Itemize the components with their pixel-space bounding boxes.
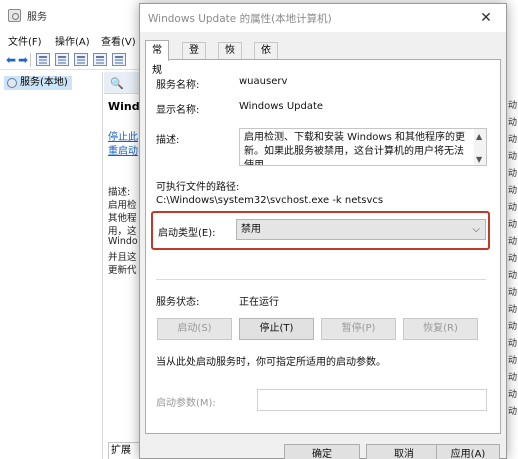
startup-type-value: 禁用 [241,224,261,235]
dialog-close-icon[interactable]: ✕ [474,7,498,29]
detail-desc-line: 用，这 [108,226,137,237]
tab-logon[interactable]: 登录 [182,42,206,72]
export-list-icon[interactable] [93,53,107,66]
resume-button[interactable]: 恢复(R) [403,318,478,340]
tab-dependencies[interactable]: 依存关系 [254,42,278,104]
list-cell: 动 [508,254,518,264]
help-icon[interactable] [112,53,126,66]
restart-service-link[interactable]: 重启动 [108,142,138,157]
tab-recovery[interactable]: 恢复 [218,42,242,72]
description-textbox[interactable]: 启用检测、下载和安装 Windows 和其他程序的更新。如果此服务被禁用，这台计… [239,128,487,166]
tree-item-label: 服务(本地) [20,77,68,88]
back-arrow-icon[interactable]: ⬅ [6,53,16,67]
startup-type-select[interactable]: 禁用 ⌵ [236,219,486,240]
exec-path-label: 可执行文件的路径: [156,182,240,193]
list-cell: 动 [508,305,518,315]
list-cell: 动 [508,407,518,417]
tree-item-services-local[interactable]: 服务(本地) [4,76,72,90]
list-cell: 动 [508,373,518,383]
list-cell: 动 [508,203,518,213]
list-cell: 动 [508,390,518,400]
list-cell: 动 [508,339,518,349]
service-detail-pane: 🔍 Windo 停止此 重启动 描述: 启用检 其他程 用，这 Windo 并且… [104,72,140,459]
tab-extended[interactable]: 扩展 [108,442,140,459]
search-icon: 🔍 [110,77,124,90]
startup-type-label: 启动类型(E): [158,228,216,239]
services-toolbar: ⬅ ➡ [0,50,140,70]
list-cell: 动 [508,169,518,179]
exec-path-value: C:\Windows\system32\svchost.exe -k netsv… [156,195,384,206]
refresh-icon[interactable] [74,53,88,66]
display-name-label: 显示名称: [156,105,200,116]
detail-service-title: Windo [108,100,140,113]
list-cell: 动 [508,152,518,162]
apply-button[interactable]: 应用(A) [436,444,500,459]
detail-desc-line: 其他程 [108,213,137,224]
chevron-down-icon: ⌵ [472,224,480,235]
console-tree-icon[interactable] [36,53,50,66]
menu-file[interactable]: 文件(F) [8,33,42,48]
description-scrollbar[interactable]: ▲ ▼ [474,129,486,165]
service-status-value: 正在运行 [239,297,279,308]
dialog-title: Windows Update 的属性(本地计算机) [148,13,332,25]
list-cell: 动 [508,101,518,111]
stop-button[interactable]: 停止(T) [239,318,314,340]
properties-icon[interactable] [55,53,69,66]
service-status-label: 服务状态: [156,297,200,308]
list-cell: 动 [508,118,518,128]
description-label: 描述: [156,135,180,146]
detail-header: 🔍 [104,72,140,94]
properties-dialog: Windows Update 的属性(本地计算机) ✕ 常规 登录 恢复 依存关… [139,3,507,459]
start-button[interactable]: 启动(S) [157,318,232,340]
list-cell: 动 [508,186,518,196]
services-node-icon [7,78,17,88]
start-params-input[interactable] [257,389,487,411]
list-cell: 动 [508,288,518,298]
forward-arrow-icon[interactable]: ➡ [18,53,28,67]
toolbar-separator [30,53,31,67]
display-name-value: Windows Update [239,101,324,112]
pause-button[interactable]: 暂停(P) [321,318,396,340]
services-gear-icon [8,9,21,22]
description-text: 启用检测、下载和安装 Windows 和其他程序的更新。如果此服务被禁用，这台计… [244,132,465,166]
detail-desc-line: 并且这 [108,252,137,263]
list-cell: 动 [508,322,518,332]
detail-desc-line: Windo [108,236,138,247]
section-divider [156,279,486,280]
dialog-titlebar[interactable]: Windows Update 的属性(本地计算机) ✕ [140,4,506,32]
service-name-value: wuauserv [239,76,288,87]
list-cell: 动 [508,356,518,366]
tab-general[interactable]: 常规 [145,40,169,76]
ok-button[interactable]: 确定 [284,444,360,459]
scroll-down-icon[interactable]: ▼ [476,153,482,165]
list-cell: 动 [508,220,518,230]
list-cell: 动 [508,135,518,145]
detail-desc-line: 启用检 [108,200,137,211]
list-cell: 动 [508,237,518,247]
detail-desc-line: 更新代 [108,265,137,276]
service-name-label: 服务名称: [156,80,200,91]
services-window-title: 服务 [27,12,47,23]
cancel-button[interactable]: 取消 [366,444,442,459]
detail-desc-line: 描述: [108,187,131,198]
stop-service-link[interactable]: 停止此 [108,128,138,143]
menu-action[interactable]: 操作(A) [55,33,90,48]
services-menubar: 文件(F) 操作(A) 查看(V) [0,33,140,49]
general-tab-panel: 服务名称: wuauserv 显示名称: Windows Update 描述: … [145,59,501,434]
scroll-up-icon[interactable]: ▲ [476,130,482,144]
console-tree-pane: 服务(本地) [0,72,103,459]
list-cell: 动 [508,271,518,281]
start-params-hint: 当从此处启动服务时，你可指定所适用的启动参数。 [156,357,386,368]
start-params-label: 启动参数(M): [156,398,216,409]
menu-view[interactable]: 查看(V) [101,33,136,48]
